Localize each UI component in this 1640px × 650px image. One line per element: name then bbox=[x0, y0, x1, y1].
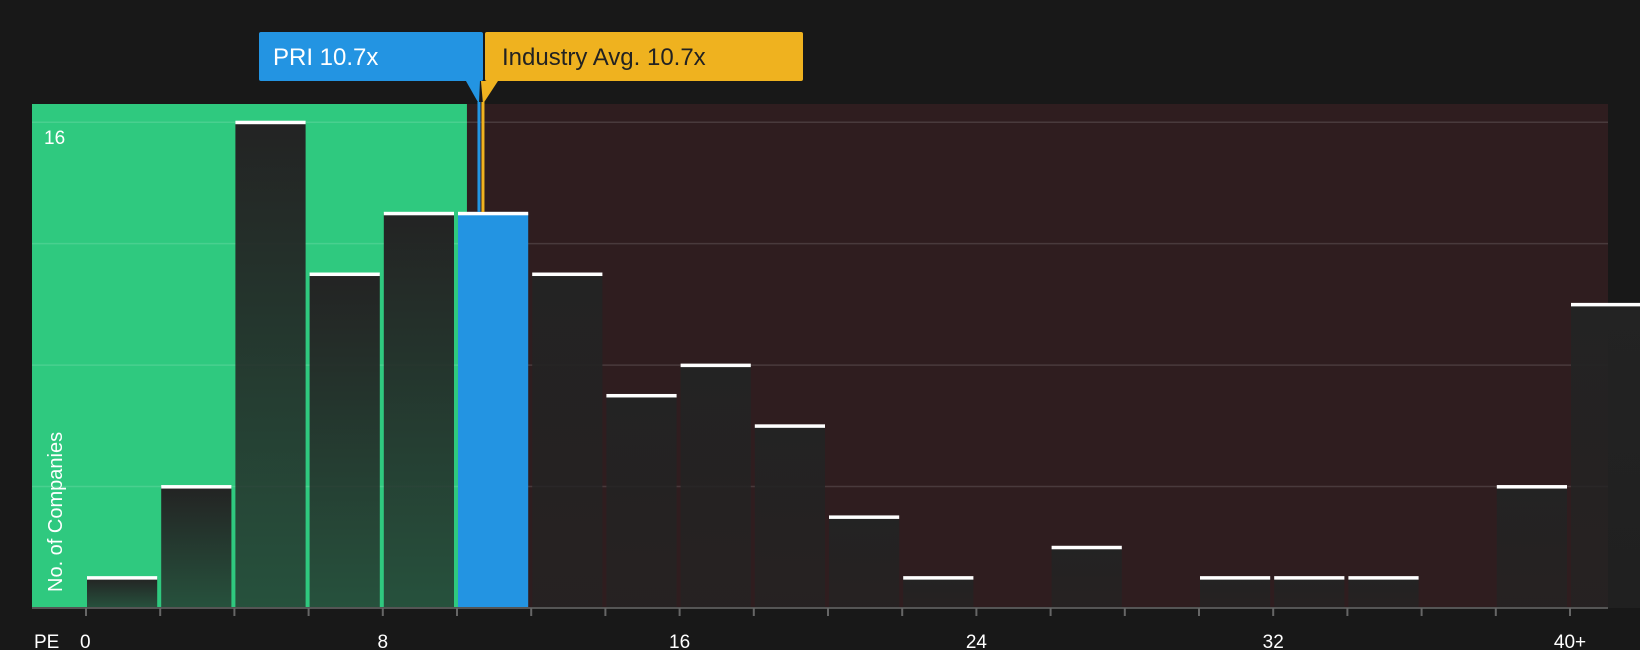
x-axis-title: PE bbox=[34, 632, 59, 650]
x-tick-label: 32 bbox=[1263, 632, 1284, 650]
pe-distribution-chart: 0 8 16 24 32 40+ 16 PE No. of Companies PRI 1… bbox=[0, 0, 1640, 650]
x-tick-label: 0 bbox=[80, 632, 91, 650]
bar-top-marker bbox=[309, 272, 380, 277]
bar-highlight bbox=[458, 213, 529, 608]
bar-top-marker bbox=[1348, 576, 1419, 580]
x-tick-label: 8 bbox=[378, 632, 389, 650]
bar bbox=[161, 486, 232, 608]
bar bbox=[1571, 304, 1640, 608]
bar bbox=[87, 577, 158, 608]
y-axis-title: No. of Companies bbox=[45, 432, 67, 592]
bar-top-marker bbox=[829, 515, 900, 519]
bar bbox=[680, 365, 751, 608]
bar bbox=[829, 516, 900, 608]
bar bbox=[754, 425, 825, 608]
bar bbox=[1496, 486, 1567, 608]
bar-top-marker bbox=[1496, 485, 1567, 489]
bar-top-marker bbox=[680, 363, 751, 368]
bar bbox=[903, 577, 974, 608]
bar-top-marker bbox=[1051, 545, 1122, 550]
bar-top-marker bbox=[458, 211, 529, 216]
bar bbox=[235, 122, 306, 609]
bar bbox=[1200, 577, 1271, 608]
bar bbox=[1274, 577, 1345, 608]
x-tick-label: 16 bbox=[669, 632, 690, 650]
industry-callout-label: Industry Avg. 10.7x bbox=[502, 44, 706, 71]
bar bbox=[1348, 577, 1419, 608]
bar-top-marker bbox=[1274, 576, 1345, 580]
bar bbox=[383, 213, 454, 608]
bar-top-marker bbox=[1571, 302, 1640, 307]
bar-top-marker bbox=[1200, 576, 1271, 580]
x-tick-label: 40+ bbox=[1554, 632, 1586, 650]
bar-top-marker bbox=[532, 272, 603, 277]
bar bbox=[1051, 547, 1122, 608]
bar-top-marker bbox=[87, 576, 158, 580]
bar-top-marker bbox=[903, 576, 974, 580]
bar-top-marker bbox=[606, 393, 677, 398]
bar-top-marker bbox=[161, 485, 232, 489]
x-tick-label: 24 bbox=[966, 632, 988, 650]
y-tick-label: 16 bbox=[44, 128, 65, 149]
bar bbox=[309, 274, 380, 608]
bar-top-marker bbox=[235, 120, 306, 125]
bar-top-marker bbox=[383, 211, 454, 216]
bar-top-marker bbox=[754, 424, 825, 428]
bar bbox=[532, 274, 603, 608]
bar bbox=[606, 395, 677, 608]
company-callout-label: PRI 10.7x bbox=[273, 44, 378, 71]
